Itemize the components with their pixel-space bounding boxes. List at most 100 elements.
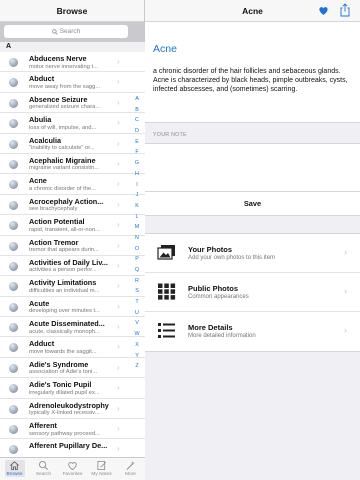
index-letter[interactable]: O <box>135 244 139 255</box>
list-item-subtitle: typically X-linked recessiv... <box>29 410 100 417</box>
favorite-heart-icon[interactable] <box>318 5 329 16</box>
index-letter[interactable]: H <box>135 169 139 180</box>
tab-browse[interactable]: Browse <box>0 458 29 480</box>
tab-label: Browse <box>6 472 23 477</box>
list-item[interactable]: Activity Limitations difficulties an indi… <box>0 276 145 297</box>
list-item[interactable]: Afferent sensory pathway proceed... › <box>0 419 145 440</box>
list-item[interactable]: Acute developing over minutes t... › <box>0 296 145 318</box>
search-icon <box>51 28 58 35</box>
term-list[interactable]: A Abducens Nerve motor nerve innervating … <box>0 42 145 457</box>
tab-favorites[interactable]: Favorites <box>58 458 87 480</box>
index-letter[interactable]: X <box>135 340 139 351</box>
chevron-right-icon: › <box>117 342 120 352</box>
grid-icon <box>158 283 176 300</box>
list-item-title: Afferent Pupillary De... <box>29 441 108 451</box>
tab-my-notes[interactable]: My Notes <box>87 458 116 480</box>
index-letter[interactable]: S <box>135 286 139 297</box>
list-item[interactable]: Afferent Pupillary De... › <box>0 439 145 457</box>
list-item[interactable]: Activities of Daily Liv... activities a p… <box>0 255 145 277</box>
index-letter[interactable]: P <box>135 254 139 265</box>
list-item-subtitle: rapid, transient, all-or-non... <box>29 226 100 233</box>
list-item-subtitle: generalized seizure chara... <box>29 104 101 111</box>
list-item[interactable]: Acne a chronic disorder of the... › <box>0 174 145 195</box>
list-item[interactable]: Abulia loss of will, impulse, and... › <box>0 113 145 134</box>
term-bullet-icon <box>9 363 18 373</box>
list-item-subtitle: loss of will, impulse, and... <box>29 124 97 131</box>
wand-icon <box>126 460 135 470</box>
index-letter[interactable]: C <box>135 115 139 126</box>
index-letter[interactable]: A <box>135 94 139 105</box>
index-letter[interactable]: Y <box>135 351 139 362</box>
index-letter[interactable]: J <box>136 190 139 201</box>
term-bullet-icon <box>9 282 18 292</box>
index-letter[interactable]: Q <box>135 265 139 276</box>
index-letter[interactable]: Z <box>135 361 138 372</box>
tab-search[interactable]: Search <box>29 458 58 480</box>
list-item-subtitle: motor nerve innervating t... <box>29 63 98 70</box>
term-bullet-icon <box>9 343 18 353</box>
list-item-title: Activity Limitations <box>29 278 97 288</box>
list-item[interactable]: Action Potential rapid, transient, all-or… <box>0 215 145 236</box>
term-bullet-icon <box>9 78 18 88</box>
chevron-right-icon: › <box>117 240 120 250</box>
note-textarea[interactable] <box>145 143 360 192</box>
index-letter[interactable]: I <box>136 180 138 191</box>
list-item-title: Adrenoleukodystrophy <box>29 400 109 410</box>
share-icon[interactable] <box>339 3 351 17</box>
term-bullet-icon <box>9 200 18 210</box>
term-bullet-icon <box>9 221 18 231</box>
menu-public-photos[interactable]: Public Photos Common appearances › <box>145 273 360 312</box>
index-letter[interactable]: R <box>135 276 139 287</box>
term-bullet-icon <box>9 425 18 435</box>
index-letter[interactable]: G <box>135 158 139 169</box>
index-letter[interactable]: K <box>135 201 139 212</box>
tab-more[interactable]: More <box>116 458 145 480</box>
term-bullet-icon <box>9 384 18 394</box>
list-item[interactable]: Acalculia "inability to calculate" or... › <box>0 133 145 154</box>
chevron-right-icon: › <box>117 138 120 148</box>
list-item-title: Activities of Daily Liv... <box>29 257 108 267</box>
alphabet-index[interactable]: ABCDEFGHIJKLMNOPQRSTUVWXYZ <box>131 94 143 372</box>
definition-card: Acne a chronic disorder of the hair foll… <box>145 22 360 123</box>
index-letter[interactable]: M <box>135 222 140 233</box>
list-item-title: Absence Seizure <box>29 94 88 104</box>
list-item[interactable]: Absence Seizure generalized seizure chara… <box>0 92 145 114</box>
index-letter[interactable]: E <box>135 137 139 148</box>
menu-more-details[interactable]: More Details More detailed information › <box>145 312 360 351</box>
search-input[interactable]: Search <box>4 25 128 38</box>
list-item[interactable]: Adduct move towards the saggit... › <box>0 337 145 358</box>
index-letter[interactable]: U <box>135 308 139 319</box>
save-button[interactable]: Save <box>145 192 360 216</box>
list-item-title: Adie's Tonic Pupil <box>29 380 92 390</box>
browse-pane: Browse Search A Abducens Nerve motor nerv… <box>0 0 145 480</box>
menu-your-photos[interactable]: Your Photos Add your own photos to this … <box>145 234 360 273</box>
list-item[interactable]: Adie's Syndrome association of Adie's ton… <box>0 357 145 379</box>
chevron-right-icon: › <box>344 286 347 296</box>
index-letter[interactable]: T <box>135 297 138 308</box>
list-item[interactable]: Acute Disseminated... acute, classically … <box>0 317 145 338</box>
notes-icon <box>97 460 106 471</box>
chevron-right-icon: › <box>117 158 120 168</box>
term-bullet-icon <box>9 404 18 414</box>
list-item[interactable]: Abducens Nerve motor nerve innervating t.… <box>0 52 145 73</box>
chevron-right-icon: › <box>117 260 120 270</box>
search-placeholder: Search <box>59 28 81 35</box>
list-item[interactable]: Adie's Tonic Pupil irregularly dilated pu… <box>0 378 145 399</box>
index-letter[interactable]: B <box>135 105 139 116</box>
index-letter[interactable]: V <box>135 318 139 329</box>
chevron-right-icon: › <box>117 301 120 311</box>
tab-bar: Browse Search Favorites My Notes More <box>0 457 145 480</box>
list-item[interactable]: Adrenoleukodystrophy typically X-linked r… <box>0 398 145 420</box>
list-item[interactable]: Action Tremor tremor that appears durin..… <box>0 235 145 256</box>
list-item[interactable]: Acephalic Migraine migraine variant consi… <box>0 153 145 175</box>
index-letter[interactable]: F <box>135 147 138 158</box>
detail-menu: Your Photos Add your own photos to this … <box>145 233 360 352</box>
index-letter[interactable]: N <box>135 233 139 244</box>
list-item[interactable]: Acrocephaly Action... see brachycephaly › <box>0 194 145 216</box>
index-letter[interactable]: W <box>134 329 139 340</box>
list-item-subtitle: a chronic disorder of the... <box>29 185 97 192</box>
index-letter[interactable]: L <box>136 212 139 223</box>
chevron-right-icon: › <box>117 97 120 107</box>
index-letter[interactable]: D <box>135 126 139 137</box>
list-item[interactable]: Abduct move away from the sagg... › <box>0 72 145 93</box>
